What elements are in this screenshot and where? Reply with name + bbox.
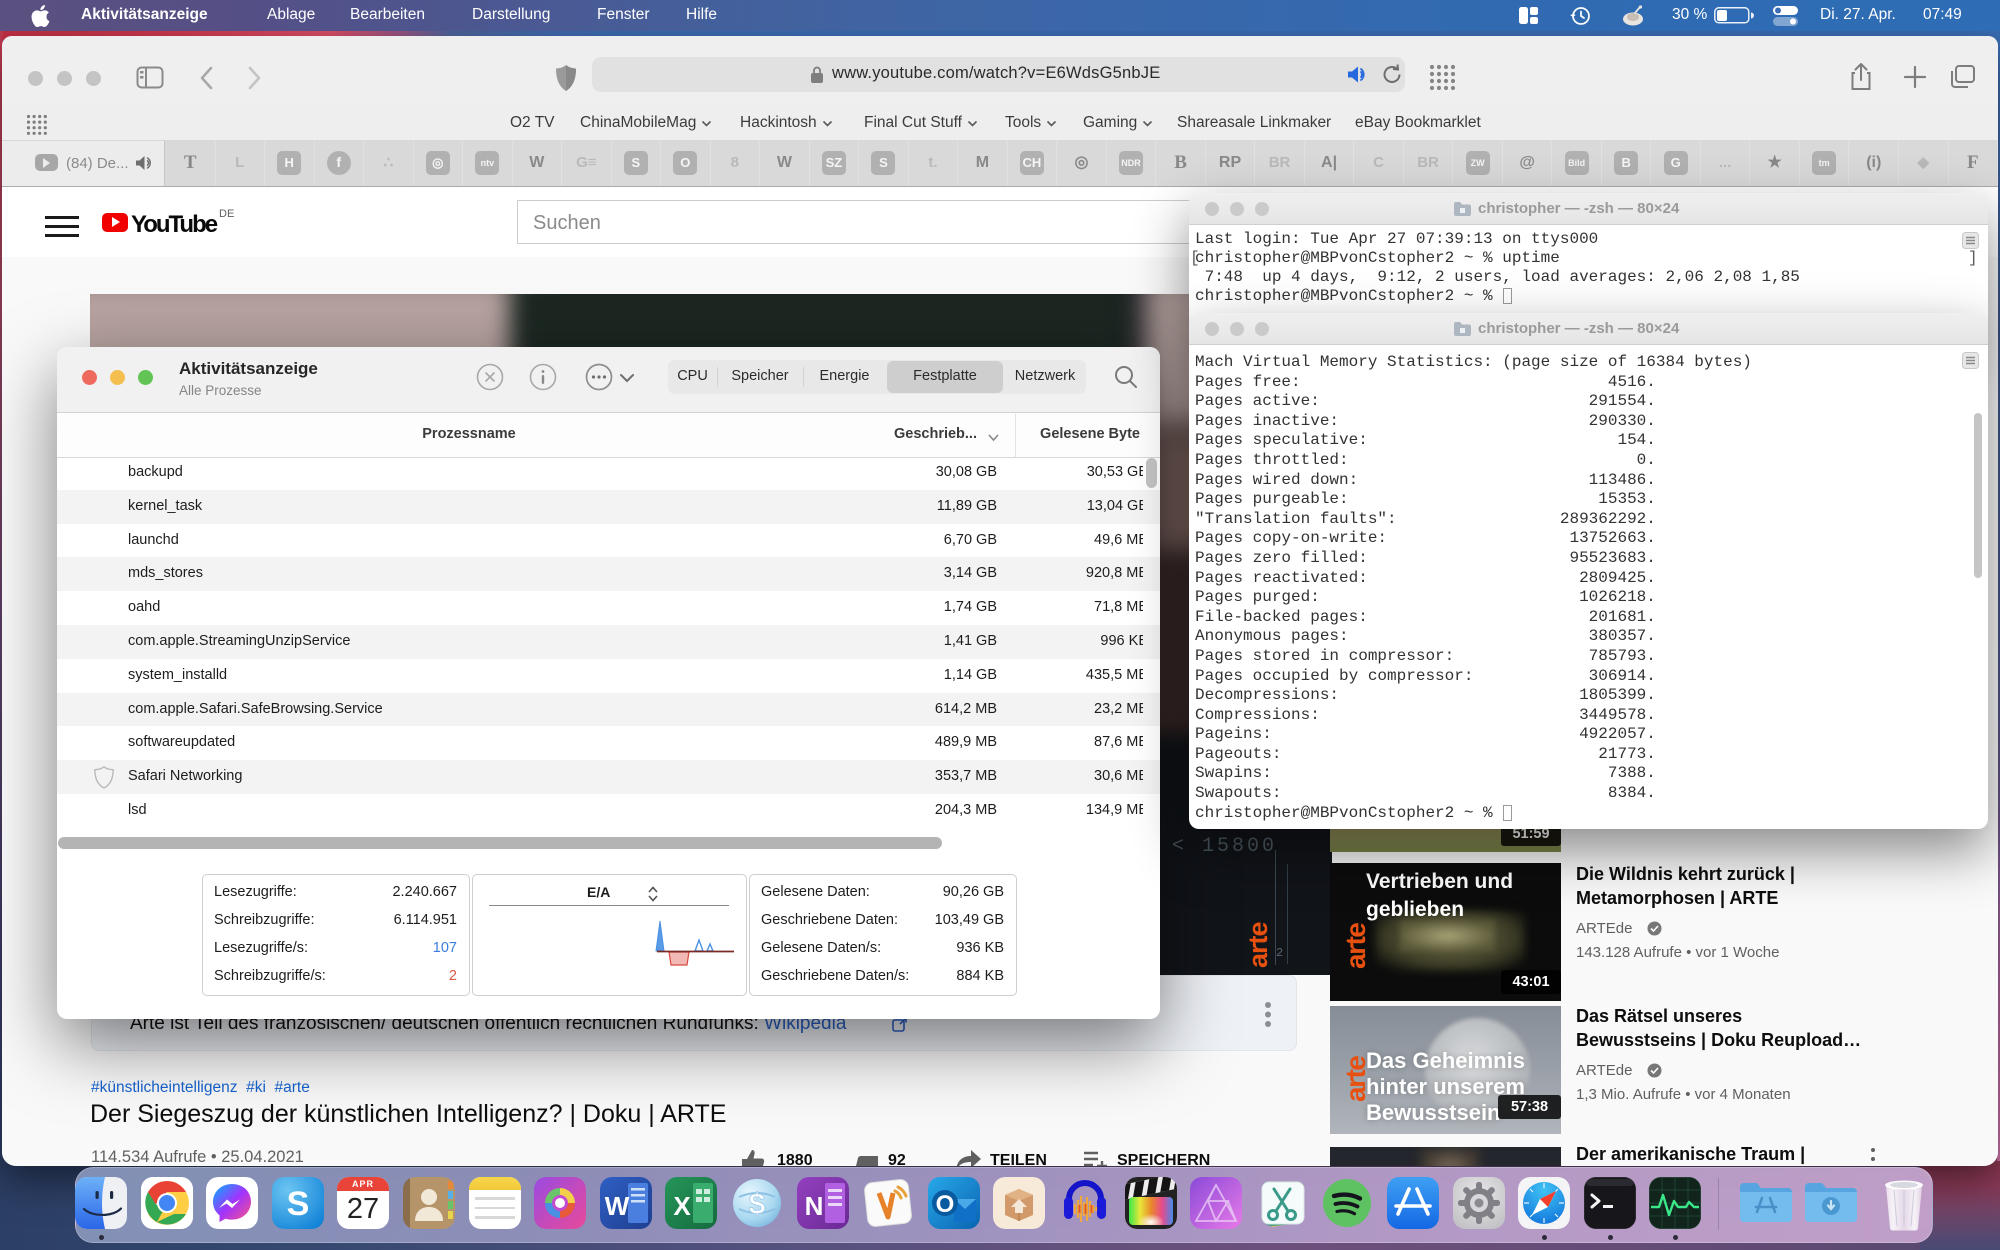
- svg-text:X: X: [673, 1191, 691, 1221]
- svg-text:N: N: [805, 1191, 824, 1221]
- svg-text:O: O: [936, 1191, 955, 1218]
- svg-text:S: S: [287, 1185, 310, 1223]
- svg-text:$: $: [749, 1188, 766, 1221]
- svg-text:W: W: [605, 1191, 630, 1221]
